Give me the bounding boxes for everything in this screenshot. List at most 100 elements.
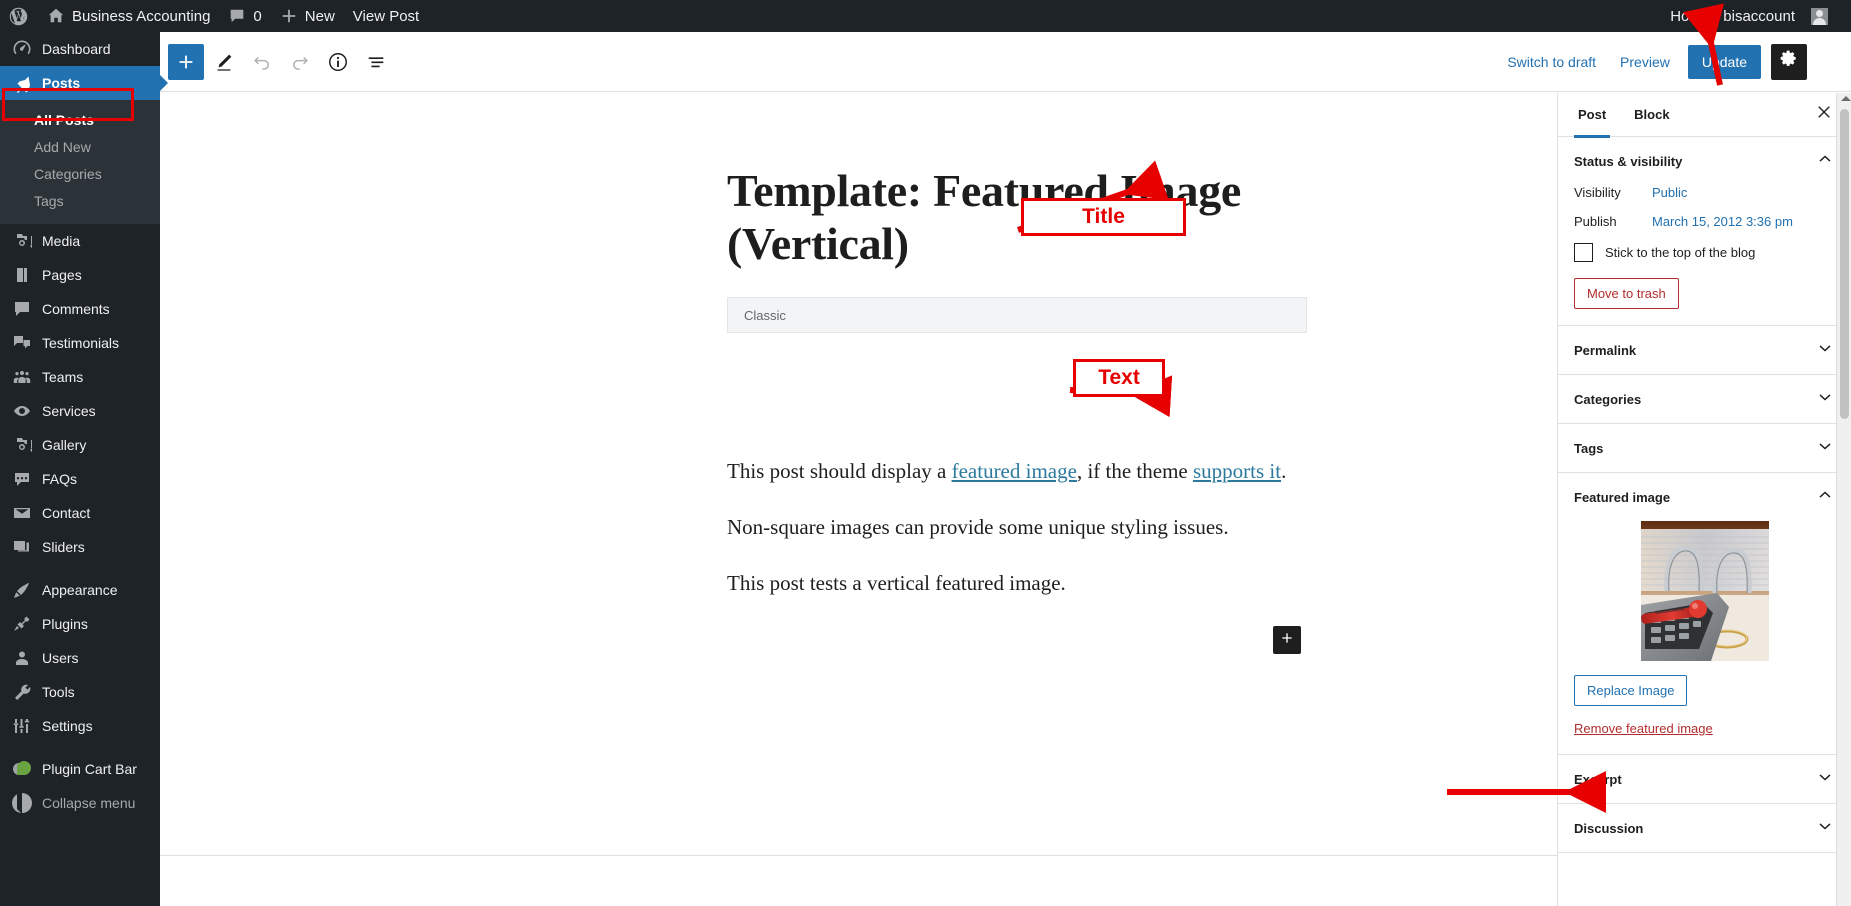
post-paragraph-3[interactable]: This post tests a vertical featured imag… (727, 568, 1347, 600)
user-avatar-icon (1811, 7, 1828, 25)
chevron-up-icon (1815, 485, 1835, 510)
pages-icon (12, 265, 32, 285)
new-content-button[interactable]: New (271, 0, 344, 32)
pin-icon (12, 73, 32, 93)
sidebar-item-services[interactable]: Services (0, 394, 160, 428)
submenu-item-add-new[interactable]: Add New (0, 134, 160, 161)
tab-block[interactable]: Block (1620, 93, 1683, 137)
wordpress-logo-button[interactable] (0, 0, 38, 32)
scroll-up-arrow-icon[interactable] (1841, 96, 1851, 101)
sidebar-item-users[interactable]: Users (0, 641, 160, 675)
submenu-item-tags[interactable]: Tags (0, 188, 160, 215)
site-name-button[interactable]: Business Accounting (38, 0, 219, 32)
wordpress-logo-icon (8, 6, 29, 27)
undo-button[interactable] (244, 44, 280, 80)
sidebar-item-testimonials[interactable]: Testimonials (0, 326, 160, 360)
comments-button[interactable]: 0 (219, 0, 270, 32)
sidebar-scrollbar[interactable] (1836, 93, 1851, 906)
editor-canvas[interactable]: Template: Featured Image (Vertical) Clas… (160, 93, 1557, 906)
redo-button[interactable] (282, 44, 318, 80)
gear-icon (1779, 49, 1799, 74)
sidebar-item-contact[interactable]: Contact (0, 496, 160, 530)
view-post-button[interactable]: View Post (344, 0, 428, 32)
settings-button[interactable] (1771, 43, 1807, 80)
sidebar-item-media[interactable]: Media (0, 224, 160, 258)
remove-featured-image-link[interactable]: Remove featured image (1574, 721, 1713, 736)
details-button[interactable] (320, 44, 356, 80)
sticky-post-checkbox[interactable] (1574, 243, 1593, 262)
sidebar-item-label: FAQs (42, 471, 78, 487)
featured-image-thumbnail[interactable] (1640, 521, 1769, 661)
move-to-trash-button[interactable]: Move to trash (1574, 278, 1679, 309)
sidebar-item-settings[interactable]: Settings (0, 709, 160, 743)
panel-featured-image-body: Replace Image Remove featured image (1558, 521, 1851, 754)
collapse-menu-button[interactable]: Collapse menu (0, 786, 160, 820)
classic-block[interactable]: Classic (727, 297, 1307, 333)
sidebar-item-label: Posts (42, 75, 81, 91)
panel-permalink-header[interactable]: Permalink (1558, 326, 1851, 374)
dashboard-icon (12, 39, 32, 59)
sidebar-item-gallery[interactable]: Gallery (0, 428, 160, 462)
sidebar-item-label: Tools (42, 684, 75, 700)
publish-row: Publish March 15, 2012 3:36 pm (1574, 214, 1835, 229)
editor-header-toolbar: Switch to draft Preview Update (160, 32, 1851, 92)
post-title[interactable]: Template: Featured Image (Vertical) (727, 165, 1347, 271)
update-button[interactable]: Update (1687, 44, 1761, 79)
post-body-text[interactable]: This post should display a featured imag… (727, 456, 1347, 488)
panel-discussion-header[interactable]: Discussion (1558, 804, 1851, 852)
sidebar-item-label: Users (42, 650, 79, 666)
sidebar-item-posts[interactable]: Posts (0, 66, 168, 100)
sidebar-item-comments[interactable]: Comments (0, 292, 160, 326)
featured-image-link[interactable]: featured image (952, 459, 1077, 483)
sticky-post-label: Stick to the top of the blog (1605, 245, 1756, 260)
chevron-down-icon (1815, 436, 1835, 461)
visibility-value-button[interactable]: Public (1652, 185, 1687, 200)
panel-title: Excerpt (1574, 771, 1622, 787)
supports-it-link[interactable]: supports it (1193, 459, 1281, 483)
sidebar-item-tools[interactable]: Tools (0, 675, 160, 709)
post-paragraph-2[interactable]: Non-square images can provide some uniqu… (727, 512, 1347, 544)
sidebar-item-appearance[interactable]: Appearance (0, 573, 160, 607)
sidebar-item-label: Media (42, 233, 81, 249)
posts-submenu: All Posts Add New Categories Tags (0, 100, 160, 224)
preview-button[interactable]: Preview (1610, 48, 1680, 76)
switch-to-draft-button[interactable]: Switch to draft (1497, 48, 1606, 76)
panel-categories-header[interactable]: Categories (1558, 375, 1851, 423)
replace-image-button[interactable]: Replace Image (1574, 675, 1688, 706)
list-view-button[interactable] (358, 44, 394, 80)
sticky-post-row: Stick to the top of the blog (1574, 243, 1835, 262)
submenu-item-all-posts[interactable]: All Posts (0, 107, 160, 134)
scroll-thumb[interactable] (1840, 109, 1849, 419)
sidebar-item-dashboard[interactable]: Dashboard (0, 32, 160, 66)
submenu-item-categories[interactable]: Categories (0, 161, 160, 188)
panel-permalink: Permalink (1558, 326, 1851, 375)
appearance-brush-icon (12, 580, 32, 600)
sidebar-item-pages[interactable]: Pages (0, 258, 160, 292)
sidebar-item-plugins[interactable]: Plugins (0, 607, 160, 641)
panel-tags-header[interactable]: Tags (1558, 424, 1851, 472)
sidebar-item-teams[interactable]: Teams (0, 360, 160, 394)
site-name-label: Business Accounting (72, 7, 211, 25)
publish-date-button[interactable]: March 15, 2012 3:36 pm (1652, 214, 1793, 229)
panel-status-visibility-header[interactable]: Status & visibility (1558, 137, 1851, 185)
tab-post[interactable]: Post (1564, 93, 1620, 138)
visibility-row: Visibility Public (1574, 185, 1835, 200)
howdy-user-menu[interactable]: Howdy, bisaccount (1662, 0, 1837, 32)
more-options-button[interactable] (1811, 44, 1841, 80)
sidebar-item-faqs[interactable]: FAQs (0, 462, 160, 496)
chevron-up-icon (1815, 149, 1835, 174)
panel-tags: Tags (1558, 424, 1851, 473)
add-block-button[interactable] (168, 43, 204, 80)
collapse-menu-label: Collapse menu (42, 795, 136, 811)
edit-tool-button[interactable] (206, 44, 242, 80)
home-icon (47, 7, 65, 25)
inline-block-inserter-button[interactable] (1273, 626, 1301, 654)
panel-excerpt-header[interactable]: Excerpt (1558, 755, 1851, 803)
sidebar-item-sliders[interactable]: Sliders (0, 530, 160, 564)
sidebar-tabs: Post Block (1558, 93, 1851, 138)
sidebar-item-label: Plugins (42, 616, 88, 632)
panel-featured-image-header[interactable]: Featured image (1558, 473, 1851, 521)
sidebar-item-plugin-cart-bar[interactable]: Plugin Cart Bar (0, 752, 160, 786)
visibility-label: Visibility (1574, 185, 1621, 200)
pencil-icon (213, 51, 235, 73)
